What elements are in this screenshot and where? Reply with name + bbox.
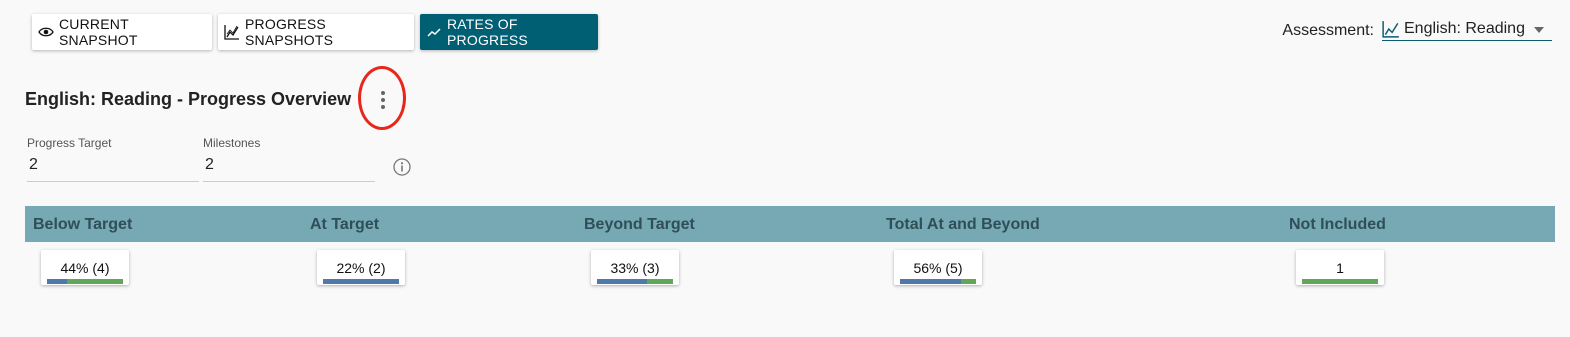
at-target-value: 22% (2): [336, 260, 386, 276]
milestones-label: Milestones: [203, 136, 261, 150]
milestones-field[interactable]: Milestones 2: [203, 136, 375, 182]
assessment-selected-value: English: Reading: [1404, 20, 1525, 37]
not-included-bar: [1302, 279, 1378, 284]
caret-down-icon: [1534, 20, 1544, 38]
below-target-value: 44% (4): [60, 260, 110, 276]
info-icon[interactable]: [393, 158, 411, 176]
current-snapshot-label: CURRENT SNAPSHOT: [59, 16, 138, 48]
header-below-target: Below Target: [33, 216, 133, 233]
progress-snapshots-label: PROGRESS SNAPSHOTS: [245, 16, 334, 48]
bar-green-segment: [66, 279, 123, 284]
bar-green-segment: [1302, 279, 1378, 284]
beyond-target-card[interactable]: 33% (3): [591, 250, 679, 285]
bar-green-segment: [647, 279, 673, 284]
header-at-target: At Target: [310, 216, 380, 233]
bar-blue-segment: [323, 279, 399, 284]
eye-icon: [38, 24, 54, 40]
rates-of-progress-label: RATES OF PROGRESS: [447, 16, 528, 48]
assessment-dropdown[interactable]: English: Reading: [1382, 20, 1552, 41]
bar-blue-segment: [597, 279, 648, 284]
total-at-and-beyond-card[interactable]: 56% (5): [894, 250, 982, 285]
bar-green-segment: [960, 279, 976, 284]
header-beyond-target: Beyond Target: [584, 216, 695, 233]
header-not-included: Not Included: [1289, 216, 1386, 233]
total-at-and-beyond-value: 56% (5): [913, 260, 963, 276]
chart-line-icon: [1382, 20, 1400, 38]
bar-blue-segment: [900, 279, 961, 284]
assessment-selector: Assessment: English: Reading: [1282, 20, 1552, 41]
beyond-target-value: 33% (3): [610, 260, 660, 276]
trending-up-icon: [426, 24, 442, 40]
milestones-input[interactable]: 2: [203, 154, 375, 182]
progress-target-input[interactable]: 2: [27, 154, 199, 182]
progress-snapshots-button[interactable]: PROGRESS SNAPSHOTS: [218, 14, 414, 50]
not-included-card[interactable]: 1: [1296, 250, 1384, 285]
current-snapshot-button[interactable]: CURRENT SNAPSHOT: [32, 14, 212, 50]
beyond-target-bar: [597, 279, 673, 284]
page-title: English: Reading - Progress Overview: [25, 89, 352, 109]
assessment-label: Assessment:: [1282, 21, 1374, 39]
below-target-bar: [47, 279, 123, 284]
chart-line-icon: [224, 24, 240, 40]
not-included-value: 1: [1336, 260, 1344, 276]
highlight-circle: [358, 66, 406, 130]
rates-of-progress-button[interactable]: RATES OF PROGRESS: [420, 14, 598, 50]
header-total-at-and-beyond: Total At and Beyond: [886, 216, 1040, 233]
total-at-and-beyond-bar: [900, 279, 976, 284]
at-target-bar: [323, 279, 399, 284]
bar-blue-segment: [47, 279, 67, 284]
at-target-card[interactable]: 22% (2): [317, 250, 405, 285]
progress-target-field[interactable]: Progress Target 2: [27, 136, 199, 182]
below-target-card[interactable]: 44% (4): [41, 250, 129, 285]
progress-target-label: Progress Target: [27, 136, 112, 150]
view-toolbar: CURRENT SNAPSHOT PROGRESS SNAPSHOTS RATE…: [32, 14, 598, 50]
